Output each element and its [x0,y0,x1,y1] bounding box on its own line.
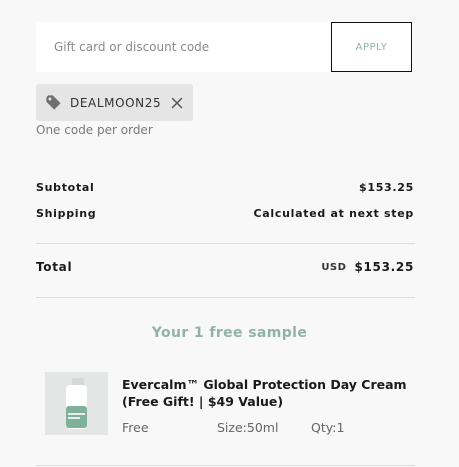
subtotal-label: Subtotal [36,181,95,194]
one-code-note: One code per order [36,123,153,137]
subtotal-value: $153.25 [358,181,414,194]
close-icon[interactable] [171,97,183,109]
product-title[interactable]: Evercalm™ Global Protection Day Cream (F… [122,376,417,410]
divider [36,243,415,244]
discount-code-input[interactable] [36,22,331,72]
shipping-row: Shipping Calculated at next step [36,207,414,220]
shipping-value: Calculated at next step [253,207,414,220]
product-image [45,372,108,435]
size-value: 50ml [246,420,279,435]
apply-button[interactable]: APPLY [331,22,412,72]
total-currency: USD [321,261,347,273]
total-row: Total USD $153.25 [36,260,414,274]
total-amount: USD $153.25 [321,260,414,274]
size-label: Size: [217,420,247,435]
product-size: Size:50ml [217,420,278,435]
applied-code-chip: DEALMOON25 [36,84,194,121]
divider [36,297,415,298]
product-quantity: Qty:1 [311,420,344,435]
tag-icon [45,94,62,111]
total-value: $153.25 [354,260,414,274]
discount-form: APPLY [36,22,412,72]
total-label: Total [36,260,73,274]
divider [36,465,415,466]
product-price: Free [122,420,149,435]
applied-code-text: DEALMOON25 [70,95,162,110]
free-sample-heading: Your 1 free sample [151,325,308,341]
subtotal-row: Subtotal $153.25 [36,181,414,194]
qty-value: 1 [336,420,345,435]
qty-label: Qty: [311,420,337,435]
shipping-label: Shipping [36,207,97,220]
